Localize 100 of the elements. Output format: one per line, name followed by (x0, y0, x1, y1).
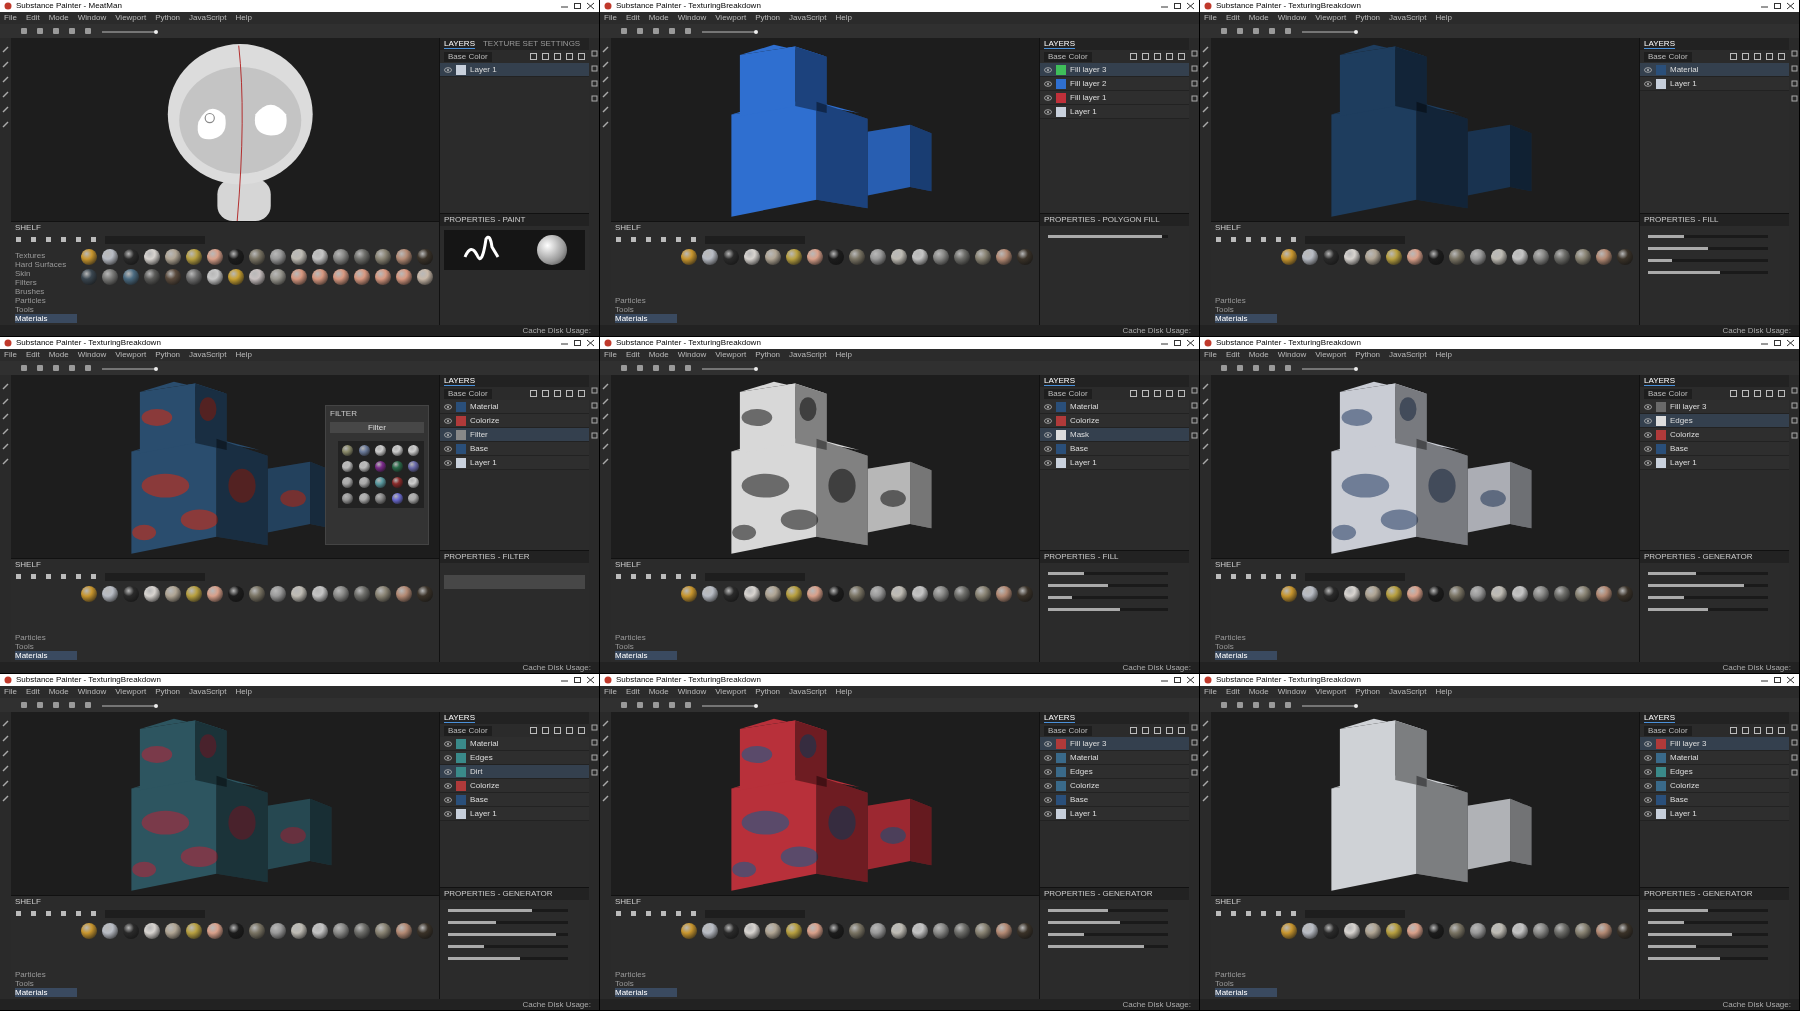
tool-icon[interactable] (1202, 398, 1209, 405)
material-thumbnail[interactable] (291, 269, 307, 285)
shelf-category[interactable]: Tools (615, 305, 677, 314)
filter-icon[interactable] (75, 573, 82, 580)
eye-icon[interactable] (1044, 94, 1052, 101)
menu-item[interactable]: Help (235, 351, 252, 359)
material-thumbnail[interactable] (1617, 249, 1633, 265)
menu-item[interactable]: Viewport (1315, 688, 1347, 696)
material-thumbnail[interactable] (102, 586, 118, 602)
material-thumbnail[interactable] (1428, 249, 1444, 265)
material-thumbnail[interactable] (723, 586, 739, 602)
material-thumbnail[interactable] (186, 586, 202, 602)
material-thumbnail[interactable] (1554, 249, 1570, 265)
menu-item[interactable]: Help (835, 14, 852, 22)
blend-dropdown[interactable]: Base Color (444, 388, 492, 399)
tool-icon[interactable] (602, 428, 609, 435)
eye-icon[interactable] (1044, 431, 1052, 438)
material-thumbnail[interactable] (342, 461, 353, 472)
material-thumbnail[interactable] (1323, 249, 1339, 265)
slider-icon[interactable] (700, 27, 760, 35)
material-thumbnail[interactable] (1386, 586, 1402, 602)
menu-item[interactable]: File (1204, 351, 1217, 359)
slider-fill[interactable] (1048, 596, 1072, 599)
filter-icon[interactable] (1245, 236, 1252, 243)
layer-row[interactable]: Colorize (1640, 428, 1789, 442)
tool-icon[interactable] (1202, 720, 1209, 727)
menu-item[interactable]: Mode (48, 14, 69, 22)
material-thumbnail[interactable] (975, 586, 991, 602)
material-thumbnail[interactable] (1491, 923, 1507, 939)
layer-row[interactable]: Colorize (1040, 779, 1189, 793)
panel-tab[interactable]: LAYERS (1044, 376, 1075, 386)
material-thumbnail[interactable] (849, 249, 865, 265)
eye-icon[interactable] (444, 403, 452, 410)
material-thumbnail[interactable] (102, 923, 118, 939)
panel-tab[interactable]: LAYERS (1644, 713, 1675, 723)
layer-row[interactable]: Filter (440, 428, 589, 442)
material-thumbnail[interactable] (1470, 923, 1486, 939)
tool-icon[interactable] (1202, 795, 1209, 802)
material-thumbnail[interactable] (891, 923, 907, 939)
material-thumbnail[interactable] (207, 249, 223, 265)
tool-icon[interactable] (1202, 76, 1209, 83)
material-thumbnail[interactable] (933, 586, 949, 602)
material-thumbnail[interactable] (270, 269, 286, 285)
menu-item[interactable]: Viewport (715, 688, 747, 696)
material-thumbnail[interactable] (996, 586, 1012, 602)
tool-icon[interactable] (2, 61, 9, 68)
eye-icon[interactable] (444, 445, 452, 452)
material-thumbnail[interactable] (291, 923, 307, 939)
material-thumbnail[interactable] (912, 586, 928, 602)
material-thumbnail[interactable] (1302, 923, 1318, 939)
material-thumbnail[interactable] (681, 249, 697, 265)
material-thumbnail[interactable] (996, 923, 1012, 939)
material-thumbnail[interactable] (375, 923, 391, 939)
slider-fill[interactable] (1048, 921, 1120, 924)
filter-icon[interactable] (660, 910, 667, 917)
material-thumbnail[interactable] (81, 249, 97, 265)
eye-icon[interactable] (1644, 417, 1652, 424)
tool-icon[interactable] (602, 76, 609, 83)
menu-item[interactable]: Help (235, 14, 252, 22)
app-icon[interactable] (604, 339, 612, 347)
material-thumbnail[interactable] (870, 586, 886, 602)
close-icon[interactable] (586, 339, 595, 347)
layer-row[interactable]: Fill layer 3 (1040, 737, 1189, 751)
material-thumbnail[interactable] (765, 923, 781, 939)
layer-row[interactable]: Colorize (440, 414, 589, 428)
slider-fill[interactable] (1648, 945, 1696, 948)
layer-row[interactable]: Fill layer 3 (1640, 737, 1789, 751)
layer-row[interactable]: Fill layer 1 (1040, 91, 1189, 105)
blend-dropdown[interactable]: Base Color (1044, 725, 1092, 736)
close-icon[interactable] (1786, 339, 1795, 347)
material-thumbnail[interactable] (81, 923, 97, 939)
eye-icon[interactable] (444, 810, 452, 817)
eye-icon[interactable] (444, 417, 452, 424)
tool-icon[interactable] (2, 780, 9, 787)
viewport[interactable] (1211, 712, 1639, 895)
menu-item[interactable]: Help (1435, 688, 1452, 696)
material-thumbnail[interactable] (333, 586, 349, 602)
material-thumbnail[interactable] (123, 586, 139, 602)
close-icon[interactable] (1186, 676, 1195, 684)
layer-row[interactable]: Layer 1 (1040, 456, 1189, 470)
slider-fill[interactable] (1648, 271, 1720, 274)
material-thumbnail[interactable] (408, 477, 420, 488)
menu-item[interactable]: Python (1355, 688, 1381, 696)
material-thumbnail[interactable] (1470, 586, 1486, 602)
filter-icon[interactable] (1290, 910, 1297, 917)
app-icon[interactable] (1204, 339, 1212, 347)
material-thumbnail[interactable] (1407, 586, 1423, 602)
eye-icon[interactable] (1044, 459, 1052, 466)
layer-row[interactable]: Fill layer 2 (1040, 77, 1189, 91)
material-thumbnail[interactable] (996, 249, 1012, 265)
menu-item[interactable]: Mode (648, 14, 669, 22)
material-thumbnail[interactable] (954, 586, 970, 602)
slider-fill[interactable] (1648, 933, 1732, 936)
material-thumbnail[interactable] (165, 586, 181, 602)
menu-item[interactable]: Viewport (115, 14, 147, 22)
menu-item[interactable]: Window (77, 688, 107, 696)
layer-row[interactable]: Fill layer 3 (1640, 400, 1789, 414)
material-thumbnail[interactable] (396, 269, 412, 285)
tool-icon[interactable] (1202, 383, 1209, 390)
menu-item[interactable]: Help (235, 688, 252, 696)
